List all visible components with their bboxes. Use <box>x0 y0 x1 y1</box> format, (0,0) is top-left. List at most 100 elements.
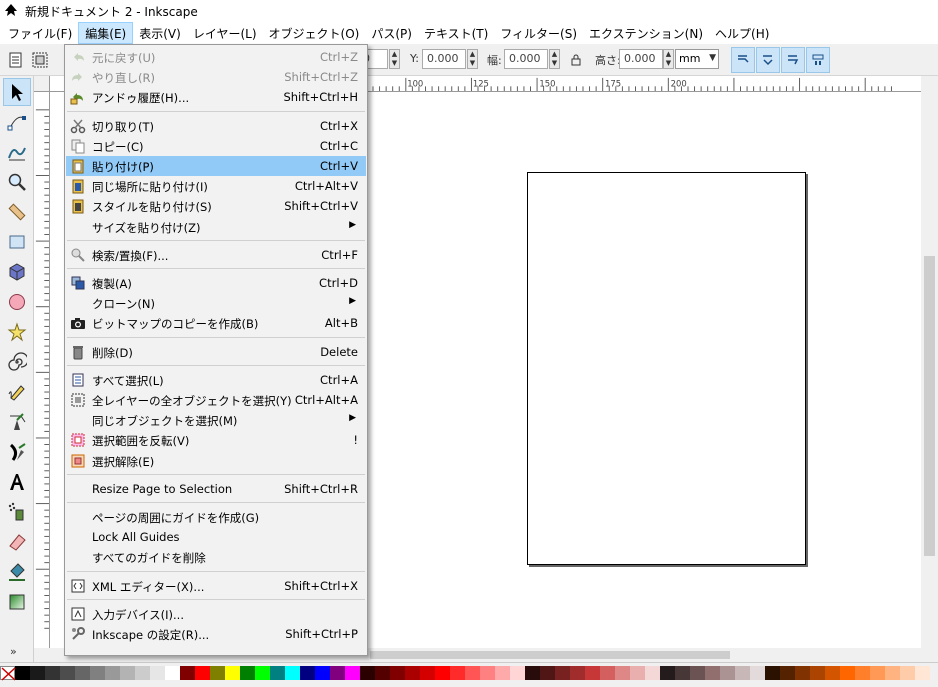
zoom-tool[interactable] <box>3 168 31 196</box>
horizontal-scroll-thumb[interactable] <box>370 651 730 659</box>
menu-object[interactable]: オブジェクト(O) <box>263 22 366 44</box>
edit-menu-item-6[interactable]: 貼り付け(P) Ctrl+V <box>66 156 366 176</box>
palette-swatch[interactable] <box>480 666 495 680</box>
palette-swatch[interactable] <box>165 666 180 680</box>
transform-gradients-button[interactable] <box>781 47 805 73</box>
tweak-tool[interactable] <box>3 138 31 166</box>
palette-swatch[interactable] <box>240 666 255 680</box>
edit-menu-item-17[interactable]: 削除(D) Delete <box>66 342 366 362</box>
palette-swatch[interactable] <box>30 666 45 680</box>
palette-swatch[interactable] <box>735 666 750 680</box>
palette-swatch[interactable] <box>300 666 315 680</box>
palette-swatch[interactable] <box>360 666 375 680</box>
palette-swatch[interactable] <box>600 666 615 680</box>
palette-swatch[interactable] <box>900 666 915 680</box>
palette-swatch[interactable] <box>465 666 480 680</box>
edit-menu-item-9[interactable]: サイズを貼り付け(Z) ▶ <box>66 217 366 237</box>
gradient-tool[interactable] <box>3 588 31 616</box>
select-in-all-layers-icon[interactable] <box>30 50 50 70</box>
palette-swatch[interactable] <box>750 666 765 680</box>
height-field[interactable]: 0.000 <box>619 49 663 69</box>
edit-menu-item-23[interactable]: 選択解除(E) <box>66 451 366 471</box>
palette-swatch[interactable] <box>585 666 600 680</box>
palette-swatch[interactable] <box>315 666 330 680</box>
palette-swatch[interactable] <box>420 666 435 680</box>
palette-swatch[interactable] <box>60 666 75 680</box>
palette-swatch[interactable] <box>195 666 210 680</box>
palette-swatch[interactable] <box>555 666 570 680</box>
menu-help[interactable]: ヘルプ(H) <box>709 22 775 44</box>
y-field[interactable]: 0.000 <box>422 49 466 69</box>
edit-menu-item-11[interactable]: 検索/置換(F)... Ctrl+F <box>66 245 366 265</box>
palette-swatch[interactable] <box>510 666 525 680</box>
edit-menu-item-15[interactable]: ビットマップのコピーを作成(B) Alt+B <box>66 313 366 333</box>
menu-text[interactable]: テキスト(T) <box>418 22 494 44</box>
palette-swatch[interactable] <box>675 666 690 680</box>
edit-menu-item-25[interactable]: Resize Page to Selection Shift+Ctrl+R <box>66 479 366 499</box>
eraser-tool[interactable] <box>3 528 31 556</box>
palette-swatch[interactable] <box>720 666 735 680</box>
scale-corners-button[interactable] <box>756 47 780 73</box>
node-tool[interactable] <box>3 108 31 136</box>
palette-swatch[interactable] <box>525 666 540 680</box>
edit-menu-item-27[interactable]: ページの周囲にガイドを作成(G) <box>66 507 366 527</box>
palette-swatch[interactable] <box>630 666 645 680</box>
edit-menu-item-21[interactable]: 同じオブジェクトを選択(M) ▶ <box>66 410 366 430</box>
x-spinner[interactable]: ▲ ▼ <box>389 49 400 69</box>
edit-menu-item-8[interactable]: スタイルを貼り付け(S) Shift+Ctrl+V <box>66 196 366 216</box>
toolbox-more-icon[interactable]: » <box>10 645 17 658</box>
palette-swatch[interactable] <box>105 666 120 680</box>
palette-swatch[interactable] <box>120 666 135 680</box>
height-spinner[interactable]: ▲ ▼ <box>663 49 674 69</box>
vertical-scroll-thumb[interactable] <box>924 256 935 556</box>
edit-menu-item-2[interactable]: アンドゥ履歴(H)... Shift+Ctrl+H <box>66 87 366 107</box>
palette-swatch[interactable] <box>825 666 840 680</box>
paint-bucket-tool[interactable] <box>3 558 31 586</box>
palette-swatch[interactable] <box>345 666 360 680</box>
no-paint-swatch[interactable] <box>0 666 16 681</box>
pencil-tool[interactable] <box>3 378 31 406</box>
edit-menu-item-14[interactable]: クローン(N) ▶ <box>66 293 366 313</box>
palette-swatch[interactable] <box>810 666 825 680</box>
edit-menu-item-34[interactable]: Inkscape の設定(R)... Shift+Ctrl+P <box>66 624 366 644</box>
palette-swatch[interactable] <box>870 666 885 680</box>
menu-layer[interactable]: レイヤー(L) <box>187 22 263 44</box>
palette-swatch[interactable] <box>645 666 660 680</box>
edit-menu-item-31[interactable]: XML エディター(X)... Shift+Ctrl+X <box>66 576 366 596</box>
palette-swatch[interactable] <box>180 666 195 680</box>
menu-file[interactable]: ファイル(F) <box>2 22 78 44</box>
palette-swatch[interactable] <box>840 666 855 680</box>
pen-tool[interactable] <box>3 408 31 436</box>
rectangle-tool[interactable] <box>3 228 31 256</box>
palette-swatch[interactable] <box>150 666 165 680</box>
text-tool[interactable] <box>3 468 31 496</box>
width-field[interactable]: 0.000 <box>504 49 548 69</box>
palette-swatch[interactable] <box>495 666 510 680</box>
selector-tool[interactable] <box>3 78 31 106</box>
palette-swatch[interactable] <box>75 666 90 680</box>
edit-menu-item-22[interactable]: 選択範囲を反転(V)! <box>66 430 366 450</box>
edit-menu-item-13[interactable]: 複製(A) Ctrl+D <box>66 273 366 293</box>
edit-menu-item-20[interactable]: 全レイヤーの全オブジェクトを選択(Y) Ctrl+Alt+A <box>66 390 366 410</box>
palette-swatch[interactable] <box>330 666 345 680</box>
measure-tool[interactable] <box>3 198 31 226</box>
palette-swatch[interactable] <box>405 666 420 680</box>
palette-swatch[interactable] <box>255 666 270 680</box>
transform-patterns-button[interactable] <box>806 47 830 73</box>
spray-tool[interactable] <box>3 498 31 526</box>
edit-menu-item-5[interactable]: コピー(C) Ctrl+C <box>66 136 366 156</box>
palette-swatch[interactable] <box>15 666 30 680</box>
menu-extensions[interactable]: エクステンション(N) <box>583 22 709 44</box>
edit-menu-item-7[interactable]: 同じ場所に貼り付け(I) Ctrl+Alt+V <box>66 176 366 196</box>
palette-swatch[interactable] <box>285 666 300 680</box>
palette-swatch[interactable] <box>90 666 105 680</box>
document-page[interactable] <box>527 172 806 565</box>
palette-swatch[interactable] <box>765 666 780 680</box>
lock-ratio-icon[interactable] <box>570 54 582 66</box>
spiral-tool[interactable] <box>3 348 31 376</box>
palette-swatch[interactable] <box>690 666 705 680</box>
palette-swatch[interactable] <box>885 666 900 680</box>
unit-select[interactable]: mm ▼ <box>675 49 719 69</box>
palette-swatch[interactable] <box>615 666 630 680</box>
star-tool[interactable] <box>3 318 31 346</box>
